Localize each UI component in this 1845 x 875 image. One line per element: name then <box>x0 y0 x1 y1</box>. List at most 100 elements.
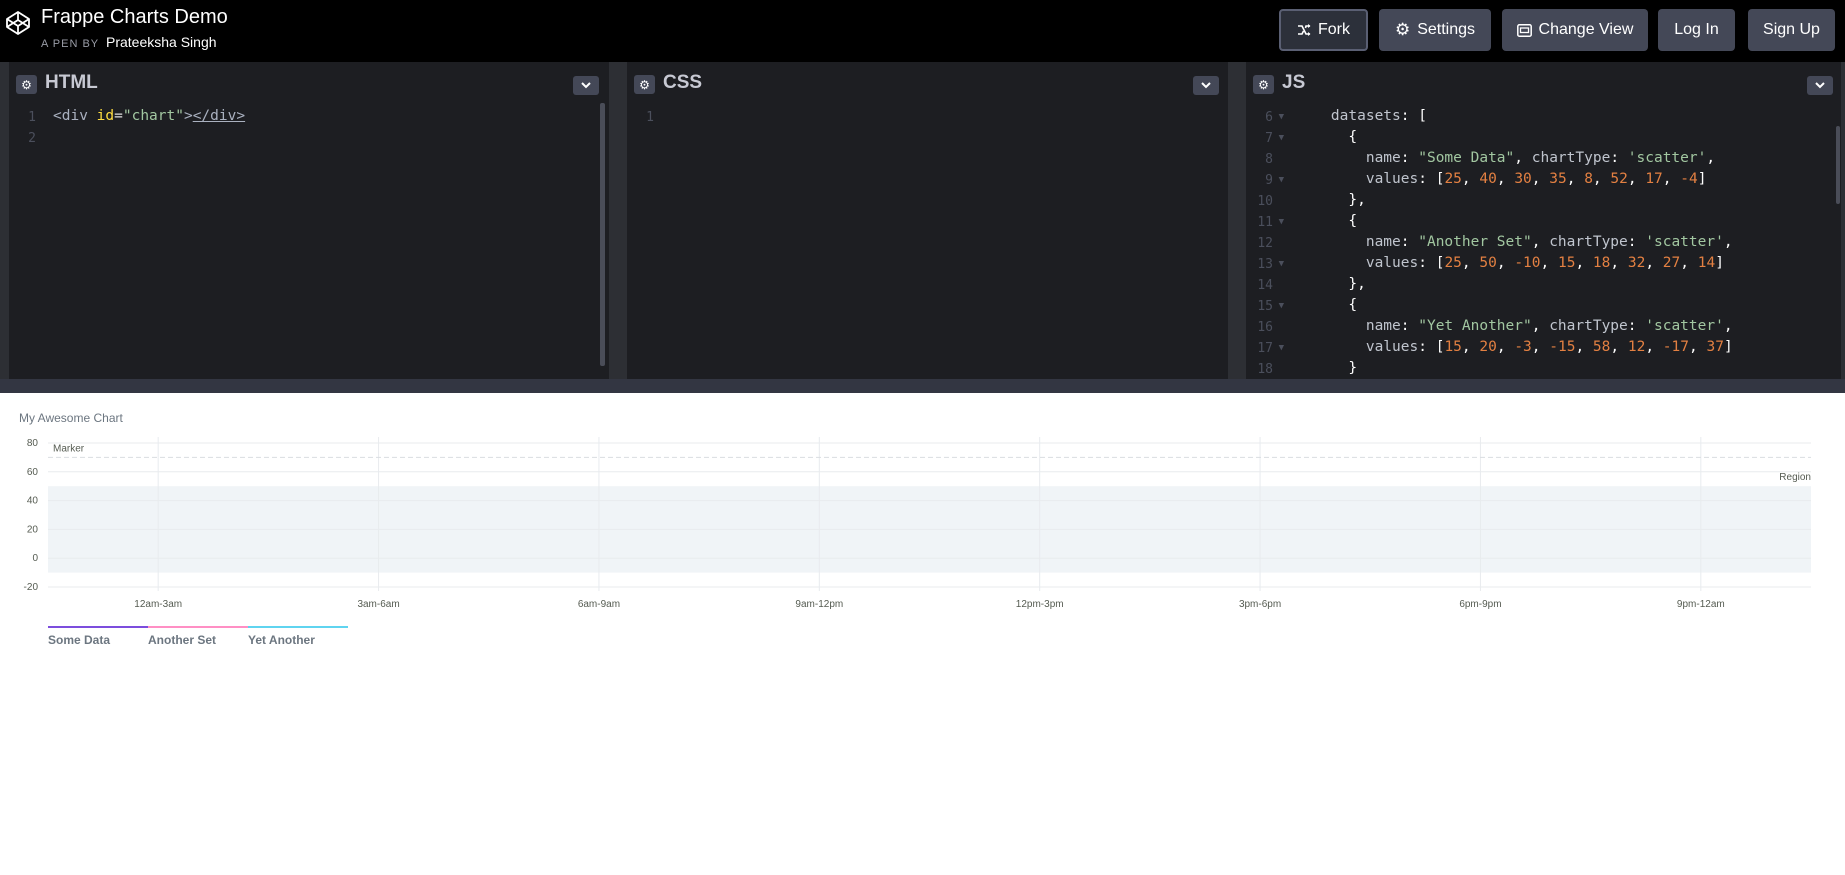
js-code-line: name: "Yet Another", chartType: 'scatter… <box>1365 318 1733 334</box>
js-code-line: { <box>1296 297 1358 313</box>
js-code-line: }, <box>1296 192 1366 208</box>
y-tick-label: 20 <box>27 524 39 535</box>
pen-by-label: A PEN BY <box>41 38 99 50</box>
line-number: 15 <box>1257 299 1273 314</box>
settings-button[interactable]: ⚙ Settings <box>1379 9 1491 51</box>
top-bar: Frappe Charts Demo A PEN BY Prateeksha S… <box>0 0 1845 62</box>
line-number: 17 <box>1257 341 1273 356</box>
css-chevron-down-icon[interactable] <box>1193 76 1219 95</box>
y-tick-label: 0 <box>32 553 38 564</box>
editor-left-edge <box>0 62 9 379</box>
x-tick-label: 12pm-3pm <box>1016 599 1064 610</box>
fold-arrow-icon[interactable]: ▼ <box>1276 112 1284 122</box>
html-settings-gear-icon[interactable]: ⚙ <box>16 75 37 94</box>
chart-marker-label: Marker <box>53 443 85 454</box>
fold-arrow-icon[interactable]: ▼ <box>1276 301 1284 311</box>
fold-arrow-icon[interactable]: ▼ <box>1276 175 1284 185</box>
change-view-button[interactable]: Change View <box>1502 9 1648 51</box>
scatter-chart: Region -20 0 20 40 60 80 12am-3am 3am-6am 6am-9am… <box>24 437 1811 647</box>
js-code-line: }, <box>1296 276 1366 292</box>
chart-region-label: Region <box>1779 472 1811 483</box>
y-tick-label: 60 <box>27 467 39 478</box>
js-code-line: name: "Another Set", chartType: 'scatter… <box>1365 234 1733 250</box>
line-number: 2 <box>28 131 36 146</box>
line-number: 1 <box>28 110 36 125</box>
line-number: 13 <box>1257 257 1273 272</box>
fold-arrow-icon[interactable]: ▼ <box>1276 217 1284 227</box>
css-code-area[interactable]: 1 <box>627 101 1228 379</box>
x-tick-label: 9pm-12am <box>1677 599 1725 610</box>
author-link[interactable]: Prateeksha Singh <box>106 34 217 50</box>
fold-arrow-icon[interactable]: ▼ <box>1276 343 1284 353</box>
js-editor-panel: ⚙ JS 6 ▼ datasets: [7 ▼ {8 name: "Some Dat… <box>1246 66 1841 379</box>
editor-right-edge <box>1841 62 1845 379</box>
css-panel-title: CSS <box>663 72 703 93</box>
line-number: 14 <box>1257 278 1273 293</box>
html-panel-header: ⚙ HTML <box>9 66 609 101</box>
html-chevron-down-icon[interactable] <box>573 76 599 95</box>
fork-icon <box>1298 24 1311 36</box>
preview-resize-bar[interactable] <box>0 379 1845 393</box>
line-number: 6 <box>1265 110 1273 125</box>
html-editor-panel: ⚙ HTML 1 2 <div id="chart"></div> <box>9 66 609 379</box>
js-code-line: { <box>1296 129 1358 145</box>
y-tick-label: 40 <box>27 496 39 507</box>
css-panel-header: ⚙ CSS <box>627 66 1228 101</box>
line-number: 9 <box>1265 173 1273 188</box>
js-panel-title: JS <box>1282 72 1306 93</box>
editor-divider[interactable] <box>609 62 627 379</box>
settings-label: Settings <box>1417 21 1476 38</box>
x-tick-label: 12am-3am <box>134 599 182 610</box>
line-number: 7 <box>1265 131 1273 146</box>
line-number: 11 <box>1257 215 1273 230</box>
js-code-line: } <box>1296 360 1358 376</box>
fold-arrow-icon[interactable]: ▼ <box>1276 133 1284 143</box>
line-number: 10 <box>1257 194 1273 209</box>
y-tick-label: 80 <box>27 438 39 449</box>
x-tick-label: 6am-9am <box>578 599 620 610</box>
line-number: 18 <box>1257 362 1273 377</box>
js-code-line: values: [25, 40, 30, 35, 8, 52, 17, -4] <box>1365 171 1707 187</box>
sign-up-button[interactable]: Sign Up <box>1748 9 1835 51</box>
html-code-text: <div id="chart"></div> <box>53 108 246 124</box>
legend-label: Yet Another <box>248 633 315 647</box>
log-in-button[interactable]: Log In <box>1658 9 1735 51</box>
css-editor-panel: ⚙ CSS 1 <box>627 66 1228 379</box>
x-tick-label: 9am-12pm <box>795 599 843 610</box>
gear-icon: ⚙ <box>1394 20 1411 39</box>
css-settings-gear-icon[interactable]: ⚙ <box>634 75 655 94</box>
chart-title: My Awesome Chart <box>19 411 123 425</box>
editor-divider[interactable] <box>1228 62 1246 379</box>
change-view-label: Change View <box>1538 21 1634 38</box>
x-tick-label: 3pm-6pm <box>1239 599 1281 610</box>
fold-arrow-icon[interactable]: ▼ <box>1276 259 1284 269</box>
editor-area: ⚙ HTML 1 2 <div id="chart"></div> ⚙ CSS … <box>0 62 1845 379</box>
js-scrollbar[interactable] <box>1836 126 1840 204</box>
js-code-line: name: "Some Data", chartType: 'scatter', <box>1365 150 1716 166</box>
layout-icon <box>1516 23 1532 37</box>
preview-pane: My Awesome Chart Region -20 0 20 40 60 80 12am-… <box>0 393 1845 875</box>
html-code-area[interactable]: 1 2 <div id="chart"></div> <box>9 101 609 379</box>
pen-title[interactable]: Frappe Charts Demo <box>41 6 228 29</box>
line-number: 16 <box>1257 320 1273 335</box>
html-panel-title: HTML <box>45 72 98 93</box>
line-number: 12 <box>1257 236 1273 251</box>
fork-button[interactable]: Fork <box>1279 9 1368 51</box>
x-tick-label: 6pm-9pm <box>1459 599 1501 610</box>
legend-label: Another Set <box>148 633 216 647</box>
js-code-line: values: [25, 50, -10, 15, 18, 32, 27, 14… <box>1365 255 1724 271</box>
html-scrollbar[interactable] <box>600 103 605 366</box>
html-code-line: <div id="chart"></div> <box>53 108 245 124</box>
js-code-line: datasets: [ <box>1330 108 1427 124</box>
x-tick-label: 3am-6am <box>357 599 399 610</box>
pen-byline: A PEN BY Prateeksha Singh <box>41 34 217 50</box>
codepen-logo-icon[interactable] <box>5 10 31 36</box>
line-number: 1 <box>646 110 654 125</box>
js-code-area[interactable]: 6 ▼ datasets: [7 ▼ {8 name: "Some Data", c… <box>1246 101 1841 379</box>
line-number: 8 <box>1265 152 1273 167</box>
js-chevron-down-icon[interactable] <box>1807 76 1833 95</box>
js-panel-header: ⚙ JS <box>1246 66 1841 101</box>
legend-label: Some Data <box>48 633 110 647</box>
js-settings-gear-icon[interactable]: ⚙ <box>1253 75 1274 94</box>
js-code-line: { <box>1296 213 1358 229</box>
